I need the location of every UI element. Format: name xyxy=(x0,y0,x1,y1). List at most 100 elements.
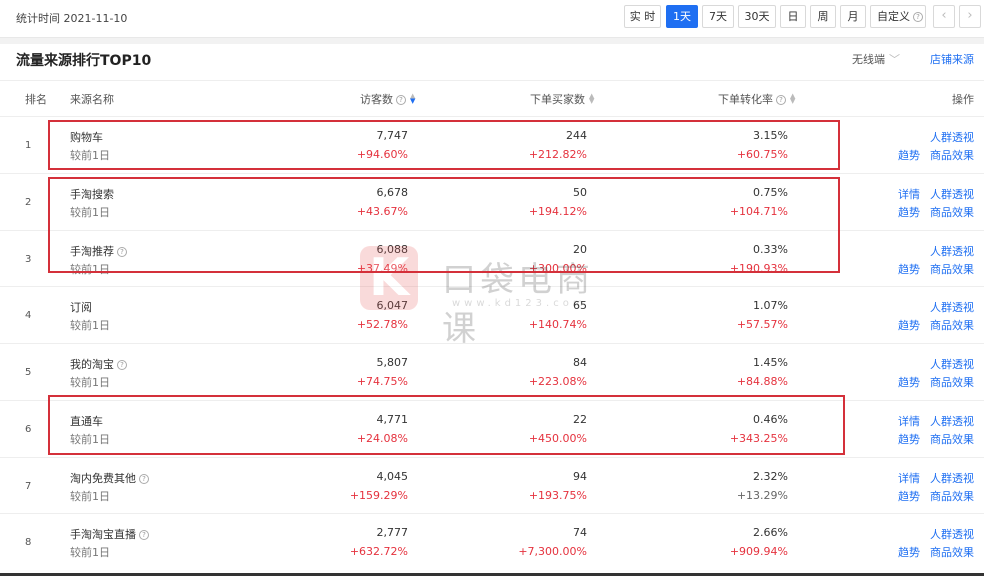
table-row: 4 订阅 较前1日 6,047 +52.78% 65 +140.74% 1.07% +57.57… xyxy=(0,286,984,343)
crowd-link[interactable]: 人群透视 xyxy=(930,413,974,429)
month-button[interactable]: 月 xyxy=(840,5,866,28)
trend-link[interactable]: 趋势 xyxy=(898,374,920,390)
compare-label: 较前1日 xyxy=(70,490,110,503)
device-select[interactable]: 无线端 ﹀ xyxy=(852,51,900,67)
product-effect-link[interactable]: 商品效果 xyxy=(930,488,974,504)
crowd-link[interactable]: 人群透视 xyxy=(930,526,974,542)
source-name[interactable]: 淘内免费其他? xyxy=(70,470,149,486)
crowd-link[interactable]: 人群透视 xyxy=(930,129,974,145)
table-row: 5 我的淘宝? 较前1日 5,807 +74.75% 84 +223.08% 1.45% +84… xyxy=(0,343,984,400)
source-name-label: 手淘淘宝直播 xyxy=(70,528,136,541)
crowd-link[interactable]: 人群透视 xyxy=(930,299,974,315)
buyers-value: 94 xyxy=(573,470,587,483)
rank-number: 8 xyxy=(25,537,32,548)
help-icon: ? xyxy=(139,474,149,484)
crowd-link[interactable]: 人群透视 xyxy=(930,356,974,372)
col-buyers[interactable]: 下单买家数 ▲ ▼ xyxy=(530,91,594,107)
section-title: 流量来源排行TOP10 xyxy=(16,53,152,69)
next-arrow-icon[interactable]: › xyxy=(959,5,981,28)
trend-link[interactable]: 趋势 xyxy=(898,204,920,220)
conversion-change: +84.88% xyxy=(736,375,788,388)
prev-arrow-icon[interactable]: ‹ xyxy=(933,5,955,28)
col-visitors[interactable]: 访客数? ▲ ▼ xyxy=(360,91,415,107)
help-icon: ? xyxy=(117,360,127,370)
compare-label: 较前1日 xyxy=(70,319,110,332)
conversion-value: 2.32% xyxy=(753,470,788,483)
device-label: 无线端 xyxy=(852,53,885,66)
col-action: 操作 xyxy=(952,93,974,106)
col-buyers-label: 下单买家数 xyxy=(530,93,585,106)
highlight-box xyxy=(48,177,840,273)
seven-day-button[interactable]: 7天 xyxy=(702,5,734,28)
product-effect-link[interactable]: 商品效果 xyxy=(930,204,974,220)
conversion-change: +909.94% xyxy=(729,545,788,558)
section-divider xyxy=(0,38,984,44)
buyers-value: 74 xyxy=(573,526,587,539)
detail-link[interactable]: 详情 xyxy=(898,186,920,202)
chevron-down-icon: ﹀ xyxy=(889,53,900,66)
detail-link[interactable]: 详情 xyxy=(898,470,920,486)
source-name[interactable]: 我的淘宝? xyxy=(70,356,127,372)
trend-link[interactable]: 趋势 xyxy=(898,317,920,333)
product-effect-link[interactable]: 商品效果 xyxy=(930,147,974,163)
conversion-change: +13.29% xyxy=(736,489,788,502)
col-conversion-label: 下单转化率 xyxy=(718,93,773,106)
rank-number: 4 xyxy=(25,310,32,321)
conversion-value: 1.45% xyxy=(753,356,788,369)
source-name[interactable]: 手淘淘宝直播? xyxy=(70,526,149,542)
help-icon: ? xyxy=(776,95,786,105)
help-icon: ? xyxy=(913,12,923,22)
sort-icon[interactable]: ▲ ▼ xyxy=(589,93,594,105)
crowd-link[interactable]: 人群透视 xyxy=(930,186,974,202)
product-effect-link[interactable]: 商品效果 xyxy=(930,431,974,447)
visitors-change: +52.78% xyxy=(356,318,408,331)
visitors-change: +74.75% xyxy=(356,375,408,388)
rank-number: 3 xyxy=(25,254,32,265)
rank-number: 5 xyxy=(25,367,32,378)
divider xyxy=(0,80,984,81)
shop-source-link[interactable]: 店铺来源 xyxy=(930,51,974,67)
compare-label: 较前1日 xyxy=(70,376,110,389)
rank-number: 1 xyxy=(25,140,32,151)
help-icon: ? xyxy=(396,95,406,105)
stat-time: 统计时间 2021-11-10 xyxy=(16,12,128,25)
buyers-change: +7,300.00% xyxy=(518,545,587,558)
thirty-day-button[interactable]: 30天 xyxy=(738,5,776,28)
crowd-link[interactable]: 人群透视 xyxy=(930,243,974,259)
detail-link[interactable]: 详情 xyxy=(898,413,920,429)
rank-number: 7 xyxy=(25,481,32,492)
col-conversion[interactable]: 下单转化率? ▲ ▼ xyxy=(718,91,795,107)
source-name[interactable]: 订阅 xyxy=(70,299,92,315)
product-effect-link[interactable]: 商品效果 xyxy=(930,261,974,277)
trend-link[interactable]: 趋势 xyxy=(898,488,920,504)
product-effect-link[interactable]: 商品效果 xyxy=(930,374,974,390)
visitors-value: 2,777 xyxy=(376,526,409,539)
week-button[interactable]: 周 xyxy=(810,5,836,28)
table-row: 8 手淘淘宝直播? 较前1日 2,777 +632.72% 74 +7,300.00% 2.6… xyxy=(0,513,984,570)
realtime-button[interactable]: 实 时 xyxy=(624,5,661,28)
visitors-change: +632.72% xyxy=(349,545,408,558)
trend-link[interactable]: 趋势 xyxy=(898,147,920,163)
conversion-value: 2.66% xyxy=(753,526,788,539)
top-toolbar: 统计时间 2021-11-10 实 时 1天 7天 30天 日 周 月 自定义?… xyxy=(0,0,984,38)
compare-label: 较前1日 xyxy=(70,546,110,559)
col-rank: 排名 xyxy=(25,93,47,106)
help-icon: ? xyxy=(139,530,149,540)
col-source: 来源名称 xyxy=(70,93,114,106)
trend-link[interactable]: 趋势 xyxy=(898,544,920,560)
source-name-label: 淘内免费其他 xyxy=(70,472,136,485)
product-effect-link[interactable]: 商品效果 xyxy=(930,544,974,560)
table-row: 7 淘内免费其他? 较前1日 4,045 +159.29% 94 +193.75% 2.32%… xyxy=(0,457,984,514)
visitors-change: +159.29% xyxy=(349,489,408,502)
trend-link[interactable]: 趋势 xyxy=(898,261,920,277)
product-effect-link[interactable]: 商品效果 xyxy=(930,317,974,333)
highlight-box xyxy=(48,120,840,170)
custom-button[interactable]: 自定义? xyxy=(870,5,926,28)
sort-icon[interactable]: ▲ ▼ xyxy=(410,93,415,105)
one-day-button[interactable]: 1天 xyxy=(666,5,698,28)
crowd-link[interactable]: 人群透视 xyxy=(930,470,974,486)
day-button[interactable]: 日 xyxy=(780,5,806,28)
rank-number: 2 xyxy=(25,197,32,208)
sort-icon[interactable]: ▲ ▼ xyxy=(790,93,795,105)
trend-link[interactable]: 趋势 xyxy=(898,431,920,447)
